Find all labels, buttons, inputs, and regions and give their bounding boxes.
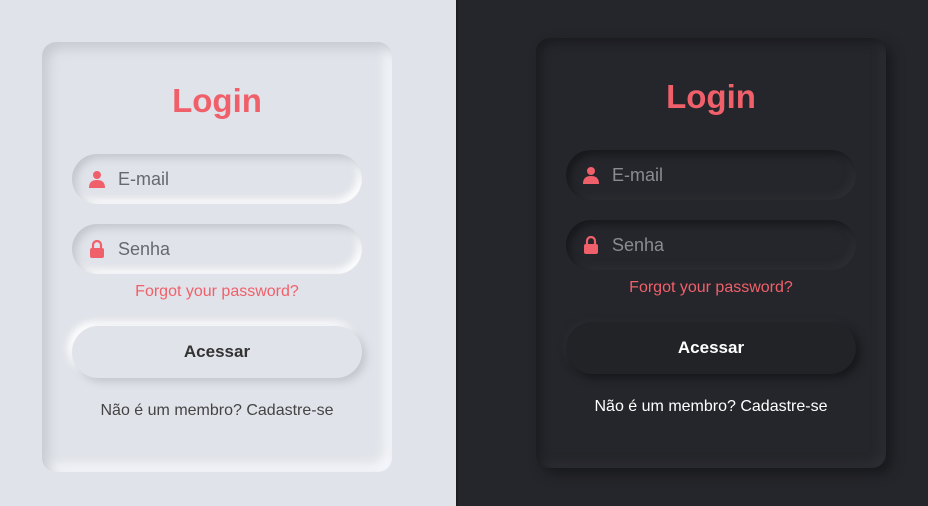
submit-button[interactable]: Acessar: [566, 322, 856, 374]
login-card-dark: Login Forgot: [536, 38, 886, 468]
dark-theme-panel: Login Forgot: [458, 0, 928, 506]
email-input[interactable]: [118, 168, 338, 190]
password-input[interactable]: [118, 238, 338, 260]
lock-icon: [88, 240, 106, 258]
theme-comparison: Login Forgot: [0, 0, 928, 506]
password-input[interactable]: [612, 234, 832, 256]
signup-link[interactable]: Cadastre-se: [246, 402, 333, 419]
light-theme-panel: Login Forgot: [0, 0, 456, 506]
login-card-light: Login Forgot: [42, 42, 392, 472]
signup-prompt-text: Não é um membro?: [100, 402, 242, 419]
email-field[interactable]: [566, 150, 856, 200]
user-icon: [88, 170, 106, 188]
email-field[interactable]: [72, 154, 362, 204]
forgot-password-link[interactable]: Forgot your password?: [536, 279, 886, 297]
password-field[interactable]: [72, 224, 362, 274]
email-input[interactable]: [612, 164, 832, 186]
signup-link[interactable]: Cadastre-se: [740, 398, 827, 415]
user-icon: [582, 166, 600, 184]
login-title: Login: [172, 82, 262, 119]
submit-button[interactable]: Acessar: [72, 326, 362, 378]
signup-prompt-text: Não é um membro?: [594, 398, 736, 415]
signup-prompt: Não é um membro? Cadastre-se: [42, 402, 392, 420]
lock-icon: [582, 236, 600, 254]
password-field[interactable]: [566, 220, 856, 270]
signup-prompt: Não é um membro? Cadastre-se: [536, 398, 886, 416]
forgot-password-link[interactable]: Forgot your password?: [42, 283, 392, 301]
login-title: Login: [666, 78, 756, 115]
